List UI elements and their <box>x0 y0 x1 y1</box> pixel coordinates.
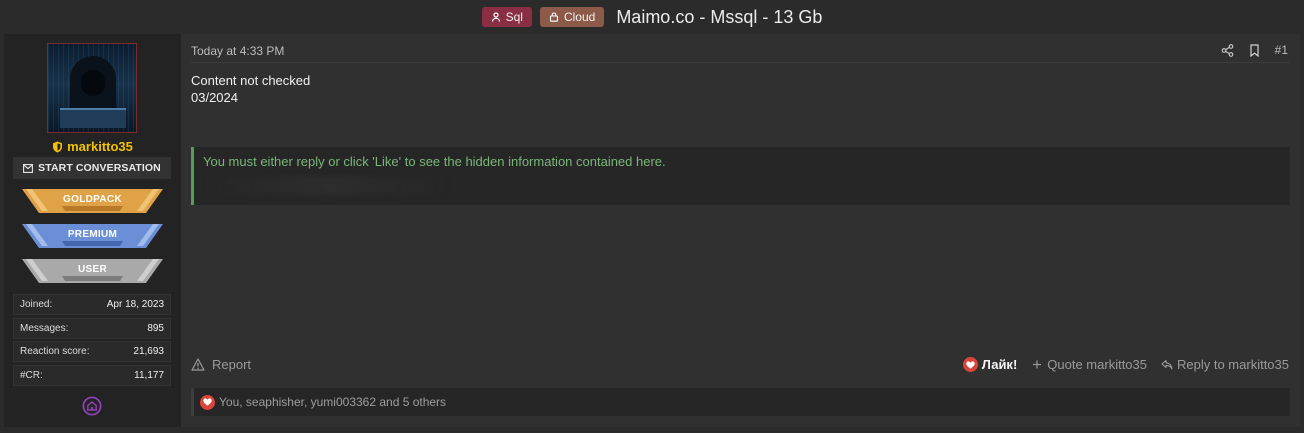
reply-icon <box>1161 359 1173 370</box>
heart-icon <box>962 357 978 372</box>
hidden-content-notice: You must either reply or click 'Like' to… <box>203 154 666 169</box>
badge-user-label: USER <box>78 263 107 275</box>
post-date[interactable]: Today at 4:33 PM <box>191 44 284 58</box>
post-body: Content not checked 03/2024 <box>191 72 310 106</box>
start-conversation-button[interactable]: START CONVERSATION <box>13 157 171 179</box>
avatar[interactable] <box>47 43 137 133</box>
hidden-content-blur <box>204 177 449 195</box>
stat-label: #CR: <box>20 370 43 381</box>
warning-icon <box>191 358 205 371</box>
stat-reaction-score: Reaction score: 21,693 <box>13 341 171 362</box>
badge-goldpack: GOLDPACK <box>22 189 163 213</box>
avatar-face <box>81 70 105 96</box>
report-link[interactable]: Report <box>191 357 251 372</box>
thread-title-bar: Sql Cloud Maimo.co - Mssql - 13 Gb <box>0 0 1304 34</box>
stat-cr: #CR: 11,177 <box>13 365 171 386</box>
envelope-icon <box>23 163 34 173</box>
post-header-actions: #1 <box>1221 43 1288 57</box>
tag-cloud-label: Cloud <box>563 10 596 24</box>
reactions-bar[interactable]: You, seaphisher, yumi003362 and 5 others <box>191 388 1290 416</box>
stat-label: Messages: <box>20 323 69 334</box>
start-conversation-label: START CONVERSATION <box>38 162 161 174</box>
lock-icon <box>549 12 559 22</box>
like-label: Лайк! <box>981 357 1018 372</box>
share-icon[interactable] <box>1221 43 1234 57</box>
report-label: Report <box>212 357 252 372</box>
reactions-text: You, seaphisher, yumi003362 and 5 others <box>219 395 447 409</box>
stat-value: Apr 18, 2023 <box>106 299 164 310</box>
post-body-line: 03/2024 <box>191 90 238 105</box>
tag-sql-label: Sql <box>505 10 523 24</box>
stat-messages: Messages: 895 <box>13 318 171 339</box>
bookmark-icon[interactable] <box>1248 43 1261 57</box>
hidden-content-box: You must either reply or click 'Like' to… <box>191 147 1290 205</box>
stat-label: Joined: <box>20 299 53 310</box>
avatar-laptop <box>60 108 126 128</box>
like-button[interactable]: Лайк! <box>962 357 1018 372</box>
post-footer-actions: Лайк! Quote markitto35 Reply to markitto… <box>962 357 1289 372</box>
post-number[interactable]: #1 <box>1275 43 1288 57</box>
stat-label: Reaction score: <box>20 346 90 357</box>
post-body-line: Content not checked <box>191 73 311 88</box>
stat-value: 895 <box>147 323 164 334</box>
heart-icon <box>200 394 215 410</box>
plus-icon <box>1033 360 1042 369</box>
post-divider <box>191 62 1290 63</box>
tag-cloud[interactable]: Cloud <box>539 7 605 27</box>
post-content-area: Today at 4:33 PM #1 Content not checked … <box>181 34 1300 427</box>
stat-joined: Joined: Apr 18, 2023 <box>13 294 171 315</box>
badge-premium-label: PREMIUM <box>67 228 118 240</box>
quote-button[interactable]: Quote markitto35 <box>1031 357 1147 372</box>
author-sidebar: markitto35 START CONVERSATION GOLDPACK P… <box>4 34 181 427</box>
stat-value: 11,177 <box>134 370 164 381</box>
shield-icon <box>53 141 63 152</box>
reply-label: Reply to markitto35 <box>1177 357 1289 372</box>
tag-sql[interactable]: Sql <box>481 7 532 27</box>
stat-value: 21,693 <box>133 346 164 357</box>
thread-title: Maimo.co - Mssql - 13 Gb <box>616 6 823 27</box>
quote-label: Quote markitto35 <box>1047 357 1147 372</box>
username[interactable]: markitto35 <box>4 139 181 154</box>
badge-goldpack-label: GOLDPACK <box>63 193 122 205</box>
home-icon[interactable] <box>82 396 102 416</box>
reply-button[interactable]: Reply to markitto35 <box>1161 357 1289 372</box>
badge-premium: PREMIUM <box>22 224 163 248</box>
username-label: markitto35 <box>67 139 133 154</box>
user-icon <box>491 12 500 22</box>
badge-user: USER <box>22 259 163 283</box>
